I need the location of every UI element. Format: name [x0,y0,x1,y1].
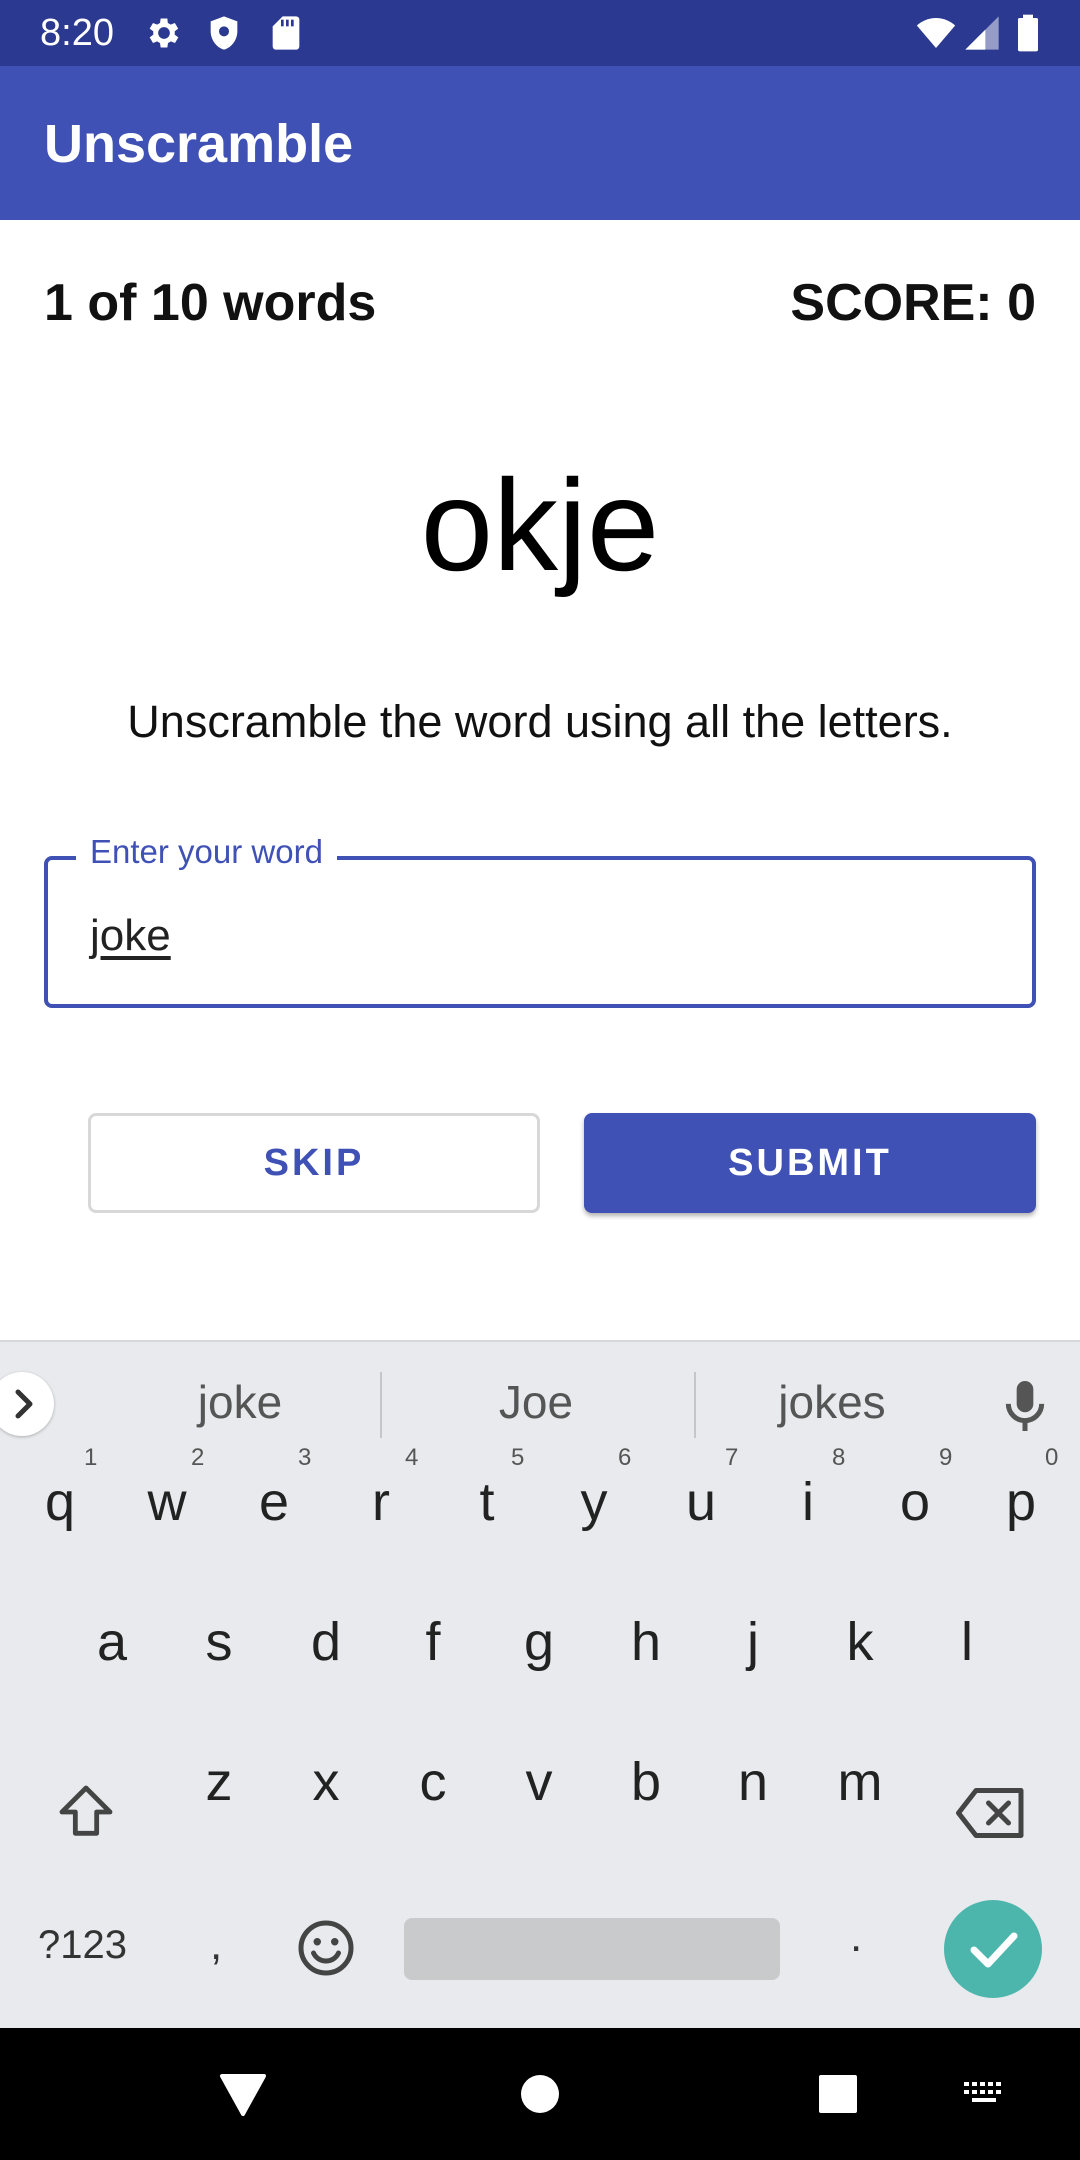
key-e[interactable]: e [234,1470,314,1534]
key-i[interactable]: i [768,1470,848,1534]
app-title: Unscramble [44,114,354,174]
key-n[interactable]: n [713,1750,793,1814]
enter-key[interactable] [944,1900,1042,1998]
battery-icon [1018,14,1038,52]
word-count: 1 of 10 words [44,274,377,332]
period-key[interactable]: . [850,1912,862,1962]
key-hint-8: 8 [832,1444,846,1471]
signal-icon [965,16,999,50]
key-t[interactable]: t [447,1470,527,1534]
expand-suggestions-button[interactable] [0,1372,54,1436]
key-v[interactable]: v [499,1750,579,1814]
key-s[interactable]: s [179,1610,259,1674]
shield-icon [210,16,238,50]
key-hint-0: 0 [1045,1444,1059,1471]
key-o[interactable]: o [875,1470,955,1534]
suggestion-divider [694,1372,696,1438]
settings-icon [149,18,179,48]
status-time: 8:20 [40,12,114,54]
suggestion-1[interactable]: joke [130,1372,350,1432]
shift-icon[interactable] [54,1780,118,1844]
word-input-label: Enter your word [76,832,337,872]
key-x[interactable]: x [286,1750,366,1814]
checkmark-icon [970,1932,1018,1968]
symbols-key[interactable]: ?123 [38,1920,127,1970]
app-bar: Unscramble [0,66,1080,220]
suggestion-3[interactable]: jokes [722,1372,942,1432]
key-hint-2: 2 [191,1444,205,1471]
key-hint-5: 5 [511,1444,525,1471]
comma-key[interactable]: , [210,1920,222,1970]
submit-button[interactable]: SUBMIT [584,1113,1036,1213]
suggestion-divider [380,1372,382,1438]
key-d[interactable]: d [286,1610,366,1674]
score: SCORE: 0 [790,274,1036,332]
key-q[interactable]: q [20,1470,100,1534]
key-p[interactable]: p [981,1470,1061,1534]
key-k[interactable]: k [820,1610,900,1674]
key-g[interactable]: g [499,1610,579,1674]
emoji-icon[interactable] [296,1918,356,1978]
navigation-bar [0,2028,1080,2160]
word-input[interactable]: joke [90,910,171,962]
microphone-icon[interactable] [1000,1376,1050,1436]
suggestion-2[interactable]: Joe [426,1372,646,1432]
key-b[interactable]: b [606,1750,686,1814]
back-icon[interactable] [218,2072,268,2118]
key-hint-4: 4 [405,1444,419,1471]
key-u[interactable]: u [661,1470,741,1534]
key-w[interactable]: w [127,1470,207,1534]
recents-icon[interactable] [818,2074,858,2114]
scrambled-word: okje [420,452,660,598]
space-key[interactable] [404,1918,780,1980]
keyboard: joke Joe jokes q1 w2 e3 r4 t5 y6 u7 i8 o9 p0 asdfg… [0,1340,1080,2028]
suggestion-bar: joke Joe jokes [0,1340,1080,1464]
key-y[interactable]: y [554,1470,634,1534]
key-h[interactable]: h [606,1610,686,1674]
key-r[interactable]: r [341,1470,421,1534]
sd-card-icon [272,16,300,50]
key-hint-7: 7 [725,1444,739,1471]
instructions: Unscramble the word using all the letter… [127,696,953,747]
wifi-icon [916,18,956,48]
home-icon[interactable] [520,2074,560,2114]
keyboard-switch-icon[interactable] [962,2080,1008,2110]
key-m[interactable]: m [820,1750,900,1814]
key-f[interactable]: f [393,1610,473,1674]
key-hint-1: 1 [84,1444,98,1471]
key-hint-6: 6 [618,1444,632,1471]
backspace-icon[interactable] [956,1784,1026,1842]
key-l[interactable]: l [927,1610,1007,1674]
key-hint-9: 9 [939,1444,953,1471]
key-j[interactable]: j [713,1610,793,1674]
key-z[interactable]: z [179,1750,259,1814]
key-c[interactable]: c [393,1750,473,1814]
word-input-field[interactable]: Enter your word joke [44,832,1036,1008]
skip-button[interactable]: SKIP [88,1113,540,1213]
status-bar: 8:20 [0,0,1080,66]
key-hint-3: 3 [298,1444,312,1471]
chevron-right-icon [15,1389,33,1419]
key-a[interactable]: a [72,1610,152,1674]
